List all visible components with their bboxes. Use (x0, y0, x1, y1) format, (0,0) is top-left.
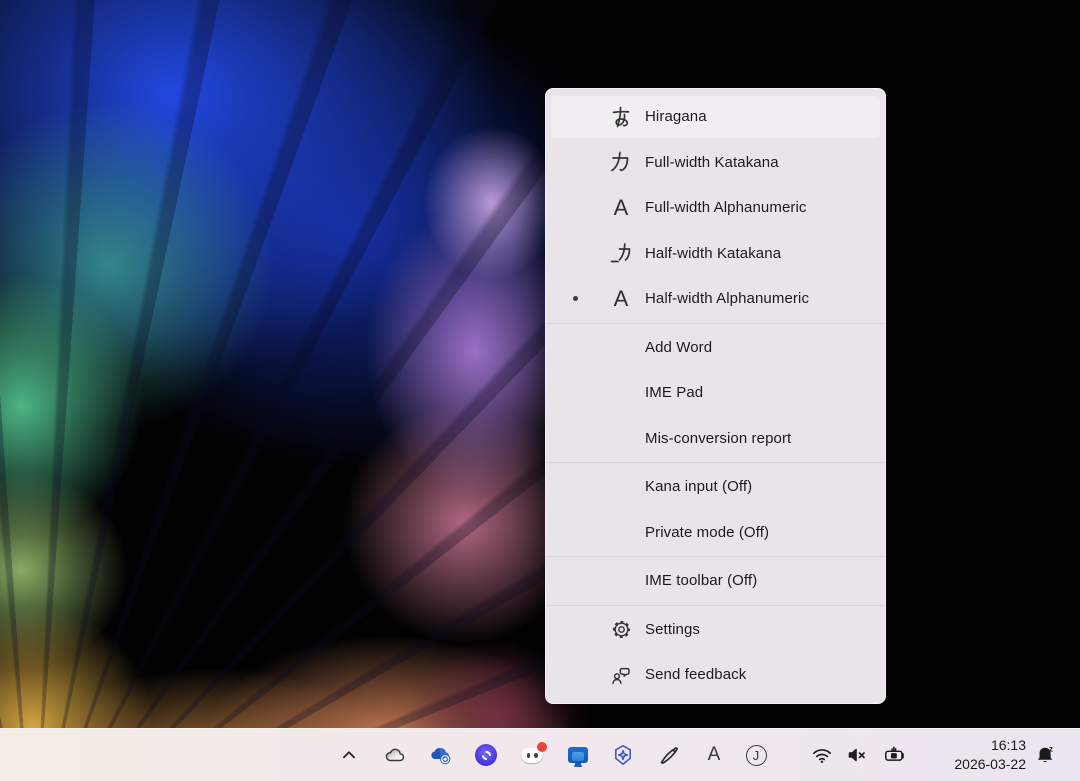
menu-item-label: Half-width Katakana (645, 245, 781, 262)
display-app-icon[interactable] (566, 743, 590, 767)
menu-item-label: Full-width Alphanumeric (645, 199, 807, 216)
cloud-icon[interactable] (383, 743, 407, 767)
ime-context-menu: Hiragana Full-width Katakana A Full-widt… (545, 88, 886, 704)
feedback-icon (605, 664, 637, 686)
halfwidth-alpha-icon: A (605, 286, 637, 312)
menu-item-label: Add Word (645, 339, 712, 356)
menu-item-halfwidth-katakana[interactable]: Half-width Katakana (546, 231, 885, 277)
menu-divider (546, 323, 885, 324)
menu-item-hiragana[interactable]: Hiragana (546, 94, 885, 140)
menu-item-private-mode[interactable]: Private mode (Off) (546, 510, 885, 556)
clock-time: 16:13 (954, 736, 1026, 755)
do-not-disturb-bell-icon[interactable]: z (1034, 743, 1058, 767)
chevron-up-icon[interactable] (337, 743, 361, 767)
taskbar-clock[interactable]: 16:13 2026-03-22 (954, 736, 1026, 774)
wifi-icon[interactable] (810, 743, 834, 767)
fullwidth-alpha-icon: A (605, 195, 637, 221)
menu-item-label: Full-width Katakana (645, 154, 779, 171)
ime-language-indicator[interactable]: J (744, 743, 768, 767)
menu-divider (546, 462, 885, 463)
gear-icon (605, 619, 637, 640)
menu-item-ime-toolbar[interactable]: IME toolbar (Off) (546, 558, 885, 604)
selected-mode-bullet (573, 296, 578, 301)
menu-divider (546, 605, 885, 606)
menu-divider (546, 556, 885, 557)
notification-badge (537, 742, 547, 752)
menu-item-settings[interactable]: Settings (546, 607, 885, 653)
cube-star-app-icon[interactable] (611, 743, 635, 767)
cloud-sync-icon[interactable] (429, 743, 453, 767)
clock-date: 2026-03-22 (954, 755, 1026, 774)
starburst-app-icon[interactable] (474, 743, 498, 767)
fullwidth-katakana-icon (605, 149, 637, 175)
menu-item-label: Settings (645, 621, 700, 638)
menu-item-fullwidth-katakana[interactable]: Full-width Katakana (546, 140, 885, 186)
svg-text:z: z (1049, 745, 1053, 754)
pen-icon[interactable] (657, 743, 681, 767)
menu-item-label: Half-width Alphanumeric (645, 290, 809, 307)
wallpaper-ribbon-lines (0, 0, 562, 781)
battery-charging-icon[interactable] (883, 743, 907, 767)
menu-item-label: Send feedback (645, 666, 746, 683)
menu-item-halfwidth-alphanumeric[interactable]: A Half-width Alphanumeric (546, 276, 885, 322)
menu-item-add-word[interactable]: Add Word (546, 325, 885, 371)
taskbar: A J 16:13 2026-03-22 (0, 728, 1080, 781)
menu-item-misconversion-report[interactable]: Mis-conversion report (546, 416, 885, 462)
hiragana-a-icon (605, 104, 637, 130)
halfwidth-katakana-icon (605, 240, 637, 266)
starburst-glyph (482, 751, 491, 760)
menu-item-label: Kana input (Off) (645, 478, 752, 495)
menu-item-send-feedback[interactable]: Send feedback (546, 652, 885, 698)
menu-item-fullwidth-alphanumeric[interactable]: A Full-width Alphanumeric (546, 185, 885, 231)
selection-slot (565, 296, 585, 301)
volume-muted-icon[interactable] (845, 743, 869, 767)
menu-item-label: Mis-conversion report (645, 430, 791, 447)
menu-item-label: Hiragana (645, 108, 707, 125)
menu-item-kana-input[interactable]: Kana input (Off) (546, 464, 885, 510)
menu-item-label: IME toolbar (Off) (645, 572, 757, 589)
menu-item-label: IME Pad (645, 384, 703, 401)
ime-mode-indicator[interactable]: A (702, 743, 726, 767)
discord-icon[interactable] (520, 743, 544, 767)
menu-item-ime-pad[interactable]: IME Pad (546, 370, 885, 416)
menu-item-label: Private mode (Off) (645, 524, 769, 541)
